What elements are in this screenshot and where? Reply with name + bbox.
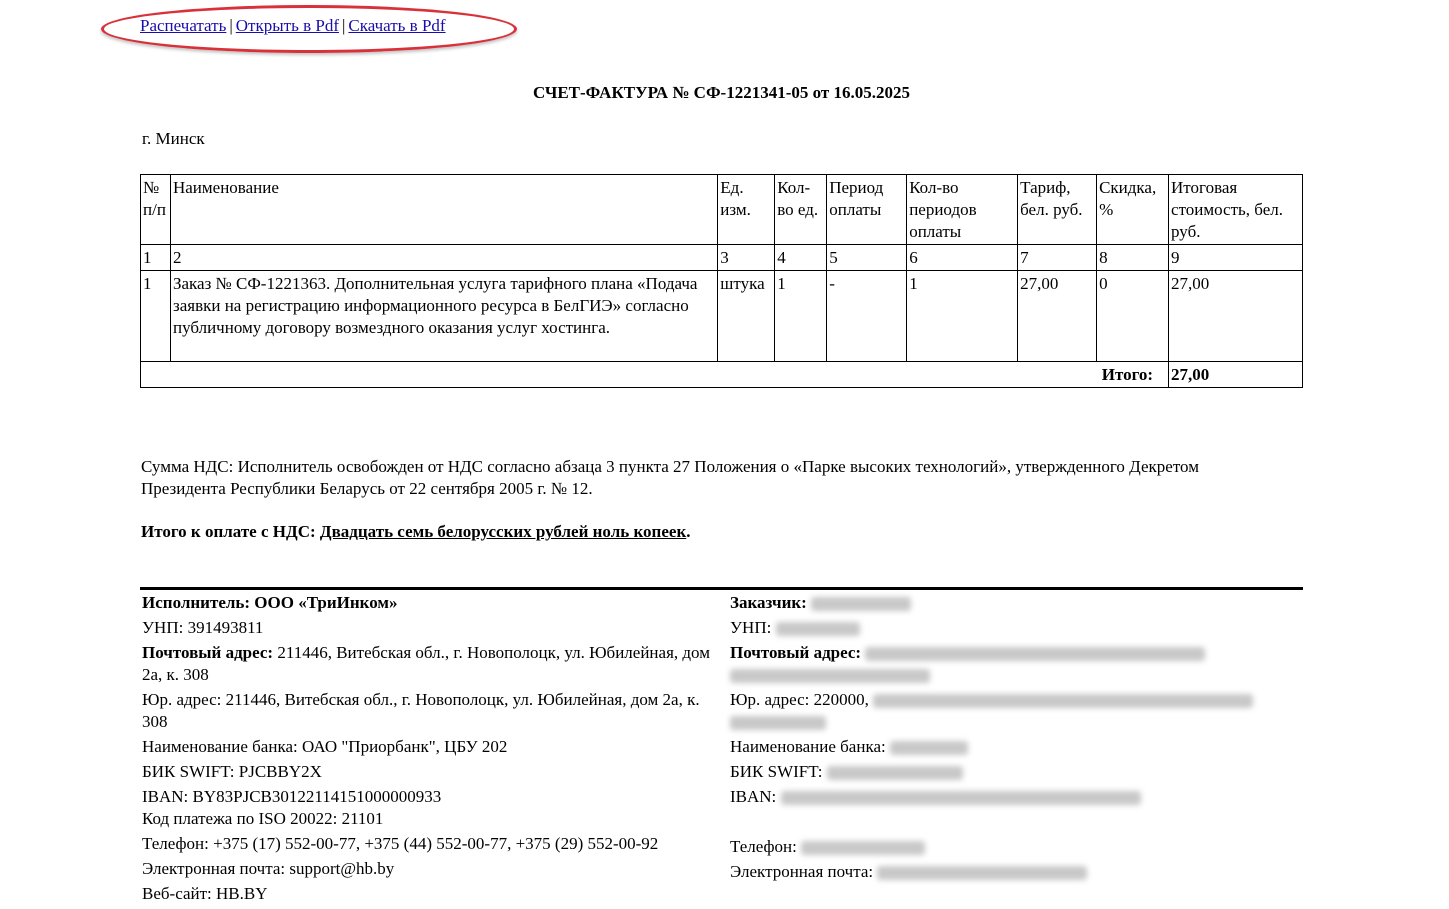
redacted-text <box>801 841 926 856</box>
postal-label: Почтовый адрес: <box>142 643 274 662</box>
customer-details: Заказчик: УНП: Почтовый адрес: Юр. адрес… <box>730 592 1290 886</box>
download-pdf-link[interactable]: Скачать в Pdf <box>348 16 445 35</box>
amount-dot: . <box>686 522 691 541</box>
column-number: 9 <box>1168 244 1303 271</box>
executor-postal-address: Почтовый адрес: 211446, Витебская обл., … <box>142 642 722 686</box>
column-number-row: 1 2 3 4 5 6 7 8 9 <box>140 244 1303 271</box>
amount-to-pay: Итого к оплате с НДС: Двадцать семь бело… <box>141 522 691 542</box>
customer-postal-row: Почтовый адрес: <box>730 642 1290 686</box>
customer-legal-row: Юр. адрес: 220000, <box>730 689 1290 733</box>
column-number: 8 <box>1096 244 1170 271</box>
customer-title-row: Заказчик: <box>730 592 1290 614</box>
redacted-text <box>730 669 930 684</box>
row-number: 1 <box>140 270 171 362</box>
redacted-text <box>730 716 826 731</box>
executor-phone: Телефон: +375 (17) 552-00-77, +375 (44) … <box>142 834 659 853</box>
invoice-table: № п/п Наименование Ед. изм. Кол-во ед. П… <box>139 174 1303 388</box>
header-cell: Кол-во ед. <box>774 174 828 245</box>
amount-to-pay-label: Итого к оплате с НДС: <box>141 522 316 541</box>
redacted-text <box>826 766 963 781</box>
customer-title: Заказчик: <box>730 593 807 612</box>
link-separator: | <box>229 16 233 35</box>
item-unit: штука <box>717 270 776 362</box>
column-number: 7 <box>1017 244 1098 271</box>
customer-iban: IBAN: <box>730 787 777 806</box>
total-row: Итого: 27,00 <box>139 361 1303 388</box>
item-tariff: 27,00 <box>1017 270 1098 362</box>
header-cell: Ед. изм. <box>717 174 776 245</box>
customer-iban-row: IBAN: <box>730 786 1290 808</box>
header-cell: Тариф, бел. руб. <box>1017 174 1098 245</box>
table-header-row: № п/п Наименование Ед. изм. Кол-во ед. П… <box>140 174 1303 245</box>
executor-iban: IBAN: BY83PJCB30122114151000000933 <box>142 787 442 806</box>
customer-swift-row: БИК SWIFT: <box>730 761 1290 783</box>
executor-unp: УНП: 391493811 <box>142 618 264 637</box>
customer-phone-row: Телефон: <box>730 836 1290 858</box>
customer-phone: Телефон: <box>730 837 797 856</box>
header-cell: Скидка, % <box>1096 174 1170 245</box>
item-name: Заказ № СФ-1221363. Дополнительная услуг… <box>169 270 719 362</box>
header-cell: Итоговая стоимость, бел. руб. <box>1168 174 1303 245</box>
total-value: 27,00 <box>1168 361 1303 388</box>
open-pdf-link[interactable]: Открыть в Pdf <box>236 16 339 35</box>
column-number: 4 <box>774 244 828 271</box>
redacted-text <box>775 622 860 637</box>
executor-iso-code: Код платежа по ISO 20022: 21101 <box>142 809 384 828</box>
header-cell: Кол-во периодов оплаты <box>906 174 1019 245</box>
customer-bank: Наименование банка: <box>730 737 886 756</box>
executor-email: Электронная почта: support@hb.by <box>142 859 395 878</box>
customer-email: Электронная почта: <box>730 862 874 881</box>
item-period: - <box>826 270 908 362</box>
executor-website: Веб-сайт: HB.BY <box>142 884 268 903</box>
redacted-text <box>811 597 912 612</box>
redacted-text <box>873 694 1254 709</box>
customer-unp-row: УНП: <box>730 617 1290 639</box>
column-number: 1 <box>140 244 171 271</box>
print-link[interactable]: Распечатать <box>140 16 226 35</box>
section-divider <box>140 587 1303 590</box>
header-cell: Наименование <box>169 174 719 245</box>
total-label: Итого: <box>139 361 1170 388</box>
redacted-text <box>877 866 1088 881</box>
executor-legal-address: Юр. адрес: 211446, Витебская обл., г. Но… <box>142 690 700 731</box>
customer-swift: БИК SWIFT: <box>730 762 823 781</box>
redacted-text <box>865 647 1206 662</box>
executor-details: Исполнитель: ООО «ТриИнком» УНП: 3914938… <box>142 592 722 908</box>
column-number: 3 <box>717 244 776 271</box>
customer-unp: УНП: <box>730 618 772 637</box>
executor-bank: Наименование банка: ОАО "Приорбанк", ЦБУ… <box>142 737 508 756</box>
city: г. Минск <box>142 129 205 148</box>
redacted-text <box>780 791 1141 806</box>
customer-email-row: Электронная почта: <box>730 861 1290 883</box>
customer-legal: Юр. адрес: 220000, <box>730 690 869 709</box>
executor-title: Исполнитель: ООО «ТриИнком» <box>142 593 398 612</box>
header-cell: № п/п <box>140 174 171 245</box>
invoice-title: СЧЕТ-ФАКТУРА № СФ-1221341-05 от 16.05.20… <box>532 83 910 102</box>
vat-note: Сумма НДС: Исполнитель освобожден от НДС… <box>141 457 1199 498</box>
column-number: 6 <box>906 244 1019 271</box>
amount-in-words: Двадцать семь белорусских рублей ноль ко… <box>319 522 687 541</box>
item-total: 27,00 <box>1168 270 1303 362</box>
action-links: Распечатать | Открыть в Pdf | Скачать в Pdf <box>140 16 446 36</box>
link-separator: | <box>341 16 346 35</box>
executor-swift: БИК SWIFT: PJCBBY2X <box>142 762 322 781</box>
postal-label: Почтовый адрес: <box>730 643 862 662</box>
redacted-text <box>889 741 968 756</box>
column-number: 5 <box>826 244 908 271</box>
customer-bank-row: Наименование банка: <box>730 736 1290 758</box>
header-cell: Период оплаты <box>826 174 908 245</box>
column-number: 2 <box>169 244 719 271</box>
item-discount: 0 <box>1096 270 1170 362</box>
item-quantity: 1 <box>774 270 828 362</box>
table-row: 1 Заказ № СФ-1221363. Дополнительная усл… <box>140 270 1303 362</box>
item-periods-count: 1 <box>906 270 1019 362</box>
